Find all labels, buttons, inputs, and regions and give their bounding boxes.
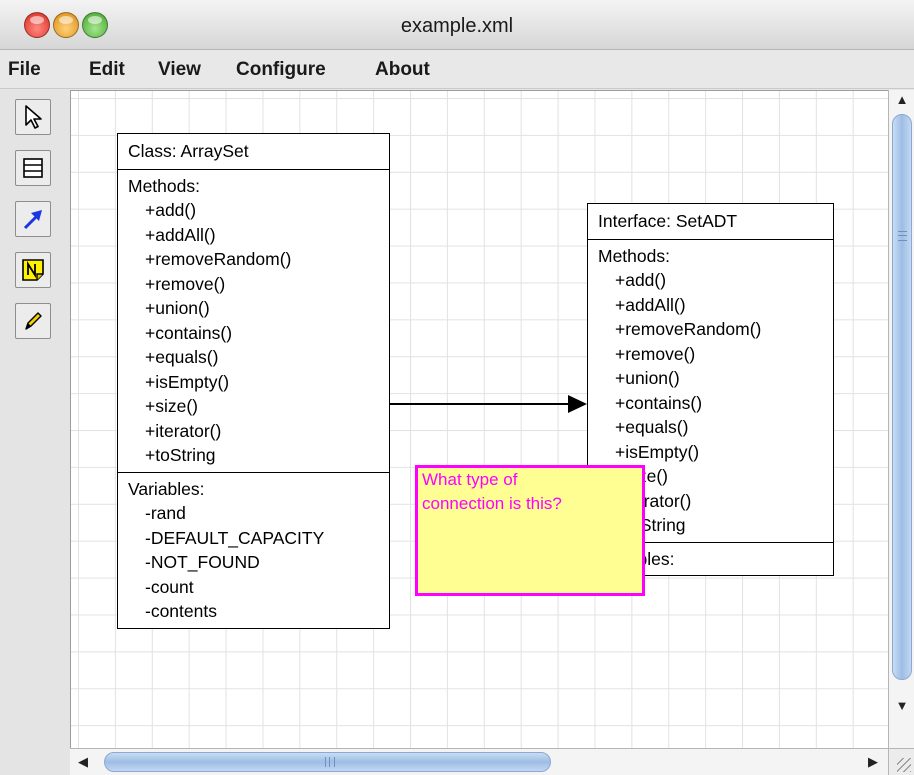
resize-grip-icon[interactable] bbox=[888, 748, 914, 775]
menu-edit[interactable]: Edit bbox=[89, 59, 125, 81]
arrow-pointer-icon bbox=[25, 105, 42, 129]
scroll-right-arrow-icon[interactable]: ▶ bbox=[864, 754, 882, 770]
interface-method: +union() bbox=[615, 368, 680, 388]
scroll-grip-icon bbox=[325, 757, 335, 767]
class-variable: -NOT_FOUND bbox=[145, 552, 260, 572]
interface-method: +contains() bbox=[615, 392, 703, 413]
note-text-line-1: What type of bbox=[422, 470, 518, 489]
class-variable: -DEFAULT_CAPACITY bbox=[145, 527, 325, 548]
interface-method: +removeRandom() bbox=[615, 319, 762, 339]
class-method: +remove() bbox=[145, 273, 226, 294]
class-method: +size() bbox=[145, 396, 198, 416]
interface-method: +remove() bbox=[615, 343, 696, 364]
menu-about[interactable]: About bbox=[375, 59, 430, 81]
horizontal-scrollbar[interactable]: ◀ ▶ bbox=[70, 748, 888, 775]
blue-arrow-icon bbox=[23, 210, 42, 230]
scroll-up-arrow-icon[interactable]: ▲ bbox=[889, 92, 914, 107]
class-tool-button[interactable] bbox=[15, 150, 51, 186]
note-text-line-2: connection is this? bbox=[422, 494, 562, 513]
interface-method: +addAll() bbox=[615, 294, 686, 315]
scroll-left-arrow-icon[interactable]: ◀ bbox=[74, 754, 92, 770]
class-methods-label: Methods: bbox=[128, 175, 200, 196]
menu-view[interactable]: View bbox=[158, 59, 201, 81]
vertical-scrollbar[interactable]: ▲ ▼ bbox=[888, 90, 914, 748]
class-method: +union() bbox=[145, 298, 210, 318]
class-method: +isEmpty() bbox=[145, 371, 230, 392]
class-method: +contains() bbox=[145, 322, 233, 343]
note-tool-button[interactable] bbox=[15, 252, 51, 288]
class-methods-section: Methods: +add() +addAll() +removeRandom(… bbox=[118, 170, 389, 472]
class-variables-label: Variables: bbox=[128, 478, 205, 499]
class-variables-section: Variables: -rand -DEFAULT_CAPACITY -NOT_… bbox=[118, 471, 389, 628]
sticky-note[interactable]: What type of connection is this? bbox=[415, 465, 645, 596]
pencil-icon bbox=[25, 312, 42, 330]
tool-palette bbox=[0, 90, 70, 775]
menu-file[interactable]: File bbox=[8, 59, 41, 81]
window-title: example.xml bbox=[400, 15, 514, 37]
select-tool-button[interactable] bbox=[15, 99, 51, 135]
menu-configure[interactable]: Configure bbox=[236, 59, 326, 81]
class-box-icon bbox=[23, 158, 43, 178]
class-variable: -rand bbox=[145, 503, 186, 523]
class-variable: -contents bbox=[145, 601, 217, 621]
interface-method: +isEmpty() bbox=[615, 441, 700, 462]
diagram-canvas[interactable]: Class: ArraySet Methods: +add() +addAll(… bbox=[70, 90, 888, 748]
class-method: +addAll() bbox=[145, 224, 216, 245]
class-method: +iterator() bbox=[145, 420, 222, 441]
menu-bar: File Edit View Configure About bbox=[0, 51, 914, 89]
class-box-arrayset[interactable]: Class: ArraySet Methods: +add() +addAll(… bbox=[117, 133, 390, 629]
vertical-scroll-thumb[interactable] bbox=[892, 114, 912, 680]
class-method: +add() bbox=[145, 200, 197, 220]
class-method: +removeRandom() bbox=[145, 249, 292, 269]
title-bar[interactable]: example.xml bbox=[0, 0, 914, 50]
class-variable: -count bbox=[145, 576, 194, 597]
horizontal-scroll-thumb[interactable] bbox=[104, 752, 551, 772]
note-icon bbox=[22, 259, 44, 281]
association-tool-button[interactable] bbox=[15, 201, 51, 237]
class-method: +toString bbox=[145, 445, 216, 465]
scroll-down-arrow-icon[interactable]: ▼ bbox=[889, 698, 914, 713]
interface-methods-label: Methods: bbox=[598, 245, 670, 266]
scroll-grip-icon bbox=[898, 231, 907, 241]
interface-method: +add() bbox=[615, 270, 667, 290]
pencil-tool-button[interactable] bbox=[15, 303, 51, 339]
app-window: example.xml File Edit View Configure Abo… bbox=[0, 0, 914, 775]
class-method: +equals() bbox=[145, 347, 219, 367]
interface-title: Interface: SetADT bbox=[588, 204, 833, 240]
class-title: Class: ArraySet bbox=[118, 134, 389, 170]
interface-method: +equals() bbox=[615, 417, 689, 437]
